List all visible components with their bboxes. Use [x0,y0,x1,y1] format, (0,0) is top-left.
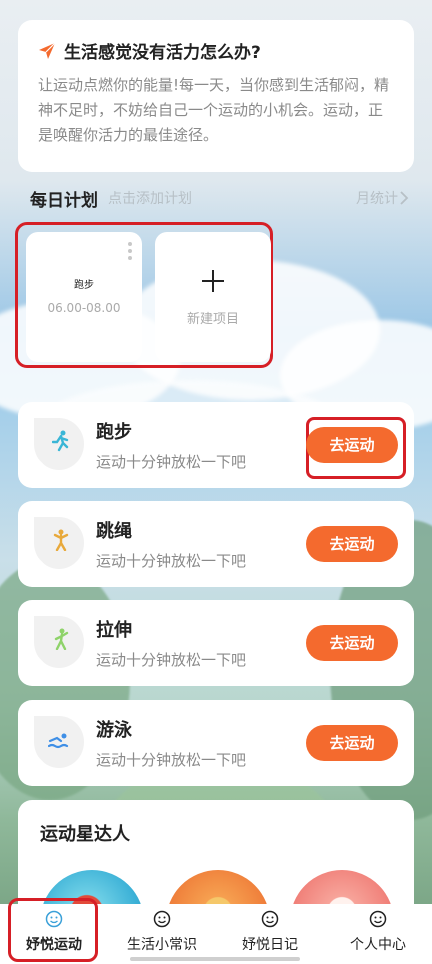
stretching-icon [54,628,69,650]
plan-subtitle: 点击添加计划 [108,191,192,207]
activity-desc: 运动十分钟放松一下吧 [96,552,247,570]
activity-name: 拉伸 [96,620,132,641]
activity-desc: 运动十分钟放松一下吧 [96,751,247,769]
activity-icon-bg [34,517,84,569]
plan-header: 每日计划 点击添加计划 月统计 [30,186,410,211]
tab-label: 个人中心 [350,937,406,953]
more-icon[interactable] [128,242,132,260]
activity-desc: 运动十分钟放松一下吧 [96,453,247,471]
tab-label: 妤悦日记 [242,937,298,953]
home-indicator [130,957,300,961]
activity-icon-bg [34,418,84,470]
new-plan-button[interactable]: 新建项目 [155,232,271,362]
tab-highlight-outline [8,898,98,962]
go-exercise-button[interactable]: 去运动 [306,725,398,761]
go-exercise-button[interactable]: 去运动 [306,625,398,661]
month-stats-link[interactable]: 月统计 [356,188,410,208]
tab-life-tips[interactable]: 生活小常识 [108,904,216,964]
go-exercise-button[interactable]: 去运动 [306,427,398,463]
smiley-icon [369,910,387,928]
activity-name: 跑步 [96,422,132,443]
tab-label: 生活小常识 [127,937,197,953]
intro-card: 生活感觉没有活力怎么办? 让运动点燃你的能量!每一天，当你感到生活郁闷，精神不足… [18,20,414,172]
plan-title: 每日计划 [30,190,98,211]
new-plan-label: 新建项目 [186,312,239,327]
running-icon [52,430,69,452]
jump-rope-icon [53,529,69,551]
intro-title: 生活感觉没有活力怎么办? [38,38,394,63]
plan-item-name: 跑步 [74,280,94,291]
smiley-icon [153,910,171,928]
activity-card-running: 跑步 运动十分钟放松一下吧 去运动 [18,402,414,488]
smiley-icon [261,910,279,928]
activity-name: 游泳 [96,720,132,741]
chevron-right-icon [400,191,409,205]
go-exercise-button[interactable]: 去运动 [306,526,398,562]
activity-desc: 运动十分钟放松一下吧 [96,651,247,669]
tab-diary[interactable]: 妤悦日记 [216,904,324,964]
plan-item-time: 06.00-08.00 [47,301,121,315]
swimming-icon [48,733,69,749]
activity-icon-bg [34,616,84,668]
paper-plane-icon [39,42,56,59]
plus-icon [202,270,224,292]
intro-body: 让运动点燃你的能量!每一天，当你感到生活郁闷，精神不足时，不妨给自己一个运动的小… [38,76,390,144]
activity-icon-bg [34,716,84,768]
activity-card-jump-rope: 跳绳 运动十分钟放松一下吧 去运动 [18,501,414,587]
activity-name: 跳绳 [96,521,132,542]
intro-title-text: 生活感觉没有活力怎么办? [64,43,261,63]
activity-card-stretching: 拉伸 运动十分钟放松一下吧 去运动 [18,600,414,686]
activity-card-swimming: 游泳 运动十分钟放松一下吧 去运动 [18,700,414,786]
plan-card-running[interactable]: 跑步 06.00-08.00 [26,232,142,362]
tab-profile[interactable]: 个人中心 [324,904,432,964]
month-stats-label: 月统计 [356,191,398,207]
sports-stars-title: 运动星达人 [40,824,130,845]
